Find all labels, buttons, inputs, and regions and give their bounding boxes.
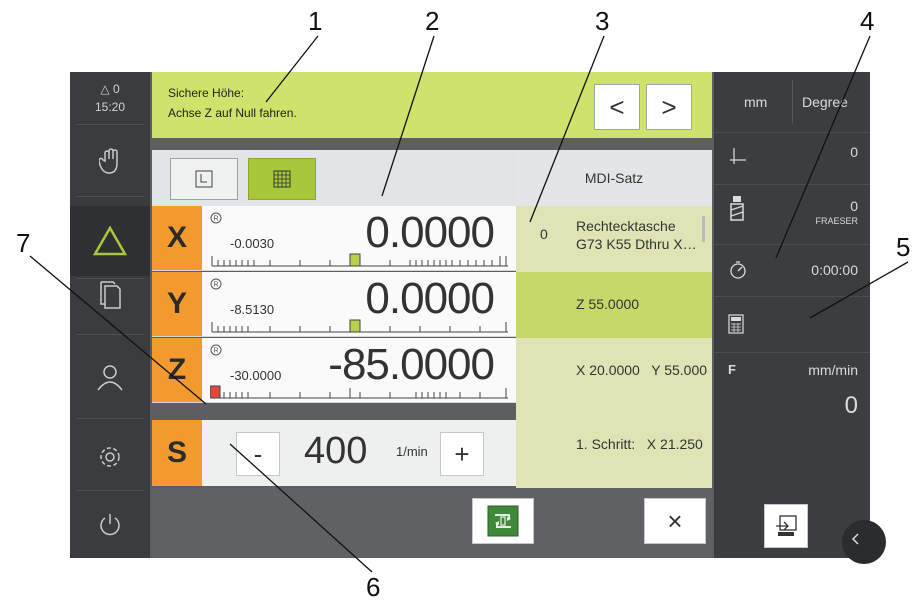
message-bar: Sichere Höhe: Achse Z auf Null fahren. <… xyxy=(152,72,712,138)
axis-scale-y xyxy=(211,319,508,333)
mdi-header: MDI-Satz xyxy=(516,150,712,206)
mdi-step-row[interactable]: 1. Schritt: X 21.250 xyxy=(516,404,712,489)
callout-3: 3 xyxy=(595,6,610,36)
hand-icon xyxy=(99,148,118,174)
datum-icon xyxy=(730,148,746,164)
feed-unit: mm/min xyxy=(808,362,858,378)
gear-icon xyxy=(100,447,120,467)
mdi-step-row[interactable]: X 20.0000 Y 55.000 xyxy=(516,338,712,405)
power-icon xyxy=(100,514,120,536)
menu-program-run[interactable] xyxy=(70,260,150,330)
calculator-icon xyxy=(728,314,744,334)
callout-5: 5 xyxy=(896,232,911,262)
cycle-start-button[interactable] xyxy=(472,498,534,544)
spindle-increase-button[interactable]: + xyxy=(440,432,484,476)
documents-icon xyxy=(100,281,121,309)
scrollbar[interactable] xyxy=(702,216,705,242)
clock: 15:20 xyxy=(94,100,126,114)
reference-mark-icon: R xyxy=(210,212,222,224)
datum-row[interactable]: 0 xyxy=(714,132,870,185)
axis-row-z[interactable]: Z R -30.0000 -85.0000 xyxy=(152,338,516,403)
chevron-right-icon: > xyxy=(661,91,677,122)
mdi-step-text: 1. Schritt: X 21.250 xyxy=(576,436,703,452)
reference-mark-icon: R xyxy=(210,344,222,356)
export-icon xyxy=(776,515,797,536)
export-button[interactable] xyxy=(764,504,808,548)
close-button[interactable]: × xyxy=(644,498,706,544)
table-view-icon xyxy=(273,170,291,188)
svg-text:R: R xyxy=(214,282,219,289)
menu-settings[interactable] xyxy=(70,422,150,492)
view-switcher xyxy=(152,150,516,206)
table-view-button[interactable] xyxy=(248,158,316,200)
menu-user[interactable] xyxy=(70,342,150,412)
axis-row-y[interactable]: Y R -8.5130 0.0000 xyxy=(152,272,516,337)
message-next-button[interactable]: > xyxy=(646,84,692,130)
callout-6: 6 xyxy=(366,572,381,602)
feed-label: F xyxy=(728,362,736,377)
reference-mark-icon: R xyxy=(210,278,222,290)
minus-icon: - xyxy=(253,438,263,469)
chevron-left-icon xyxy=(851,533,859,545)
collapse-panel-button[interactable] xyxy=(842,520,886,564)
spindle-unit: 1/min xyxy=(396,444,428,459)
datum-value: 0 xyxy=(850,144,858,160)
mdi-block-title: Rechtecktasche xyxy=(576,218,676,234)
feed-row[interactable]: F mm/min 0 xyxy=(714,352,870,446)
feed-value: 0 xyxy=(844,392,858,419)
svg-text:R: R xyxy=(214,348,219,355)
axis-letter-z: Z xyxy=(152,338,202,402)
mdi-block-index: 0 xyxy=(540,226,548,242)
delta-icon: △ xyxy=(100,82,110,96)
bottom-toolbar: × xyxy=(152,488,712,558)
callout-1: 1 xyxy=(308,6,323,36)
spindle-row: S - 400 1/min + xyxy=(152,420,516,486)
drawing-view-button[interactable] xyxy=(170,158,238,200)
callout-2: 2 xyxy=(425,6,440,36)
triangle-icon xyxy=(92,225,128,256)
mdi-step-text: X 20.0000 Y 55.000 xyxy=(576,362,708,378)
tool-name: FRAESER xyxy=(815,216,858,226)
tool-number: 0 xyxy=(850,198,858,214)
status-area: △ 0 15:20 xyxy=(70,72,150,122)
spindle-decrease-button[interactable]: - xyxy=(236,432,280,476)
spindle-speed[interactable]: 400 xyxy=(304,430,367,473)
close-icon: × xyxy=(667,505,683,536)
cycle-start-icon xyxy=(487,505,519,537)
delta-count: 0 xyxy=(112,82,120,96)
timer-row[interactable]: 0:00:00 xyxy=(714,244,870,297)
tool-row[interactable]: 0 FRAESER xyxy=(714,184,870,245)
device-screen: △ 0 15:20 Sichere Höhe: Achse Z auf Null… xyxy=(70,72,886,564)
spindle-letter: S xyxy=(152,420,202,486)
menu-manual-mode[interactable] xyxy=(70,126,150,196)
unit-linear[interactable]: mm xyxy=(744,94,767,110)
mdi-step-text: Z 55.0000 xyxy=(576,296,640,312)
mdi-block-params: G73 K55 Dthru X… xyxy=(576,236,697,252)
timer-value: 0:00:00 xyxy=(811,262,858,278)
message-line-2: Achse Z auf Null fahren. xyxy=(168,106,297,120)
timer-icon xyxy=(730,261,746,279)
axis-letter-y: Y xyxy=(152,272,202,336)
mdi-block-row[interactable]: 0 Rechtecktasche G73 K55 Dthru X… xyxy=(516,206,712,273)
mdi-step-row[interactable]: Z 55.0000 xyxy=(516,272,712,339)
menu-power[interactable] xyxy=(70,490,150,560)
axis-scale-z xyxy=(210,385,508,399)
status-panel: mm Degree 0 0 FRAESER 0:00:00 F mm/min 0 xyxy=(714,72,886,564)
axis-letter-x: X xyxy=(152,206,202,270)
user-icon xyxy=(97,365,123,391)
callout-7: 7 xyxy=(16,228,31,258)
svg-text:R: R xyxy=(214,216,219,223)
tool-icon xyxy=(730,196,744,221)
drawing-view-icon xyxy=(195,170,213,188)
axis-row-x[interactable]: X R -0.0030 0.0000 xyxy=(152,206,516,271)
message-prev-button[interactable]: < xyxy=(594,84,640,130)
main-menu: △ 0 15:20 xyxy=(70,72,150,558)
message-line-1: Sichere Höhe: xyxy=(168,86,245,100)
axis-scale-x xyxy=(211,253,508,267)
chevron-left-icon: < xyxy=(609,91,625,122)
unit-angle[interactable]: Degree xyxy=(802,94,848,110)
callout-4: 4 xyxy=(860,6,875,36)
plus-icon: + xyxy=(454,438,470,469)
calculator-row[interactable] xyxy=(714,296,870,353)
